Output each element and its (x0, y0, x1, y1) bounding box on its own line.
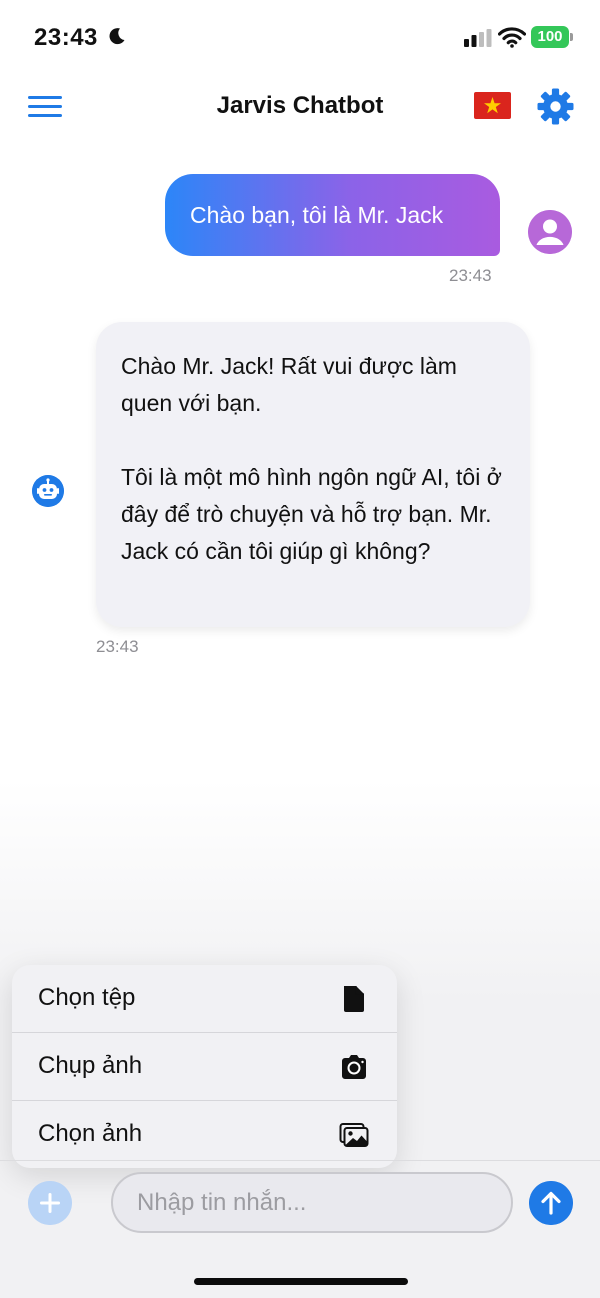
photos-icon (339, 1123, 369, 1147)
attachment-menu: Chọn tệp Chụp ảnh Chọn ảnh (12, 965, 397, 1168)
home-indicator[interactable] (194, 1278, 408, 1285)
message-timestamp: 23:43 (96, 637, 139, 656)
wifi-icon (498, 27, 526, 48)
vietnam-flag-icon[interactable] (474, 92, 511, 119)
battery-icon: 100 (531, 26, 573, 48)
menu-item-choose-file[interactable]: Chọn tệp (12, 965, 397, 1032)
robot-icon (32, 475, 64, 507)
header: Jarvis Chatbot (0, 76, 600, 136)
cellular-signal-icon (464, 29, 492, 47)
bot-message-paragraph: Chào Mr. Jack! Rất vui được làm quen với… (121, 353, 457, 416)
menu-item-choose-photo[interactable]: Chọn ảnh (12, 1101, 397, 1168)
bot-message-paragraph: Tôi là một mô hình ngôn ngữ AI, tôi ở đâ… (121, 464, 502, 564)
status-bar: 23:43 100 (0, 0, 600, 76)
user-message-bubble[interactable]: Chào bạn, tôi là Mr. Jack (165, 174, 500, 256)
menu-item-label: Chụp ảnh (38, 1052, 143, 1079)
message-input[interactable] (111, 1172, 513, 1233)
plus-icon[interactable] (28, 1181, 72, 1225)
camera-icon (342, 1055, 366, 1079)
menu-item-take-photo[interactable]: Chụp ảnh (12, 1033, 397, 1100)
message-timestamp: 23:43 (449, 266, 492, 285)
composer-divider (0, 1160, 600, 1161)
menu-item-label: Chọn ảnh (38, 1120, 143, 1147)
gear-icon[interactable] (537, 88, 574, 125)
battery-level: 100 (531, 26, 569, 48)
menu-item-label: Chọn tệp (38, 984, 136, 1011)
status-time: 23:43 (34, 24, 98, 51)
arrow-up-icon[interactable] (529, 1181, 573, 1225)
bot-message-bubble[interactable]: Chào Mr. Jack! Rất vui được làm quen với… (96, 322, 530, 627)
user-avatar-icon (528, 210, 572, 254)
moon-icon (109, 28, 125, 45)
file-icon (344, 986, 364, 1012)
